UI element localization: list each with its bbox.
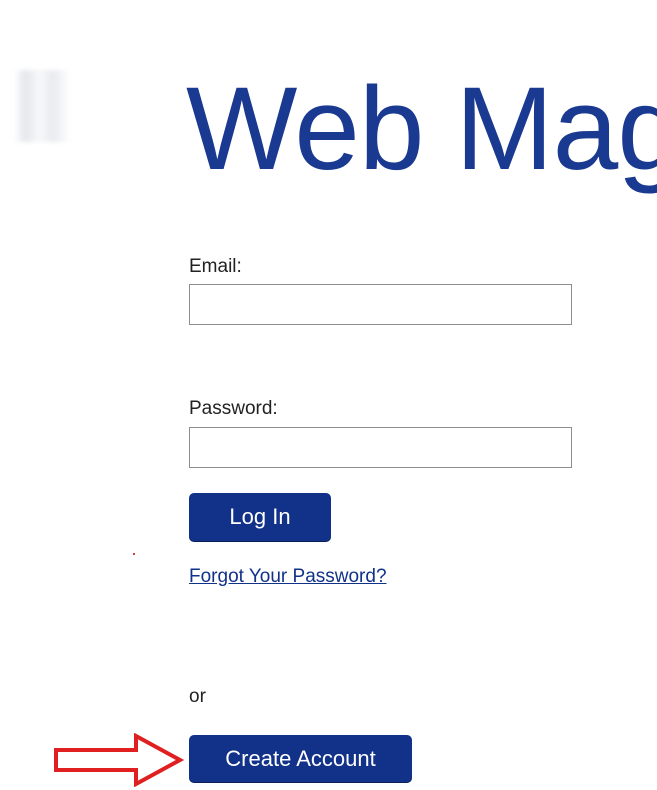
password-label: Password: bbox=[189, 398, 278, 419]
or-separator: or bbox=[189, 686, 206, 707]
create-account-button[interactable]: Create Account bbox=[189, 735, 412, 782]
email-field[interactable] bbox=[189, 284, 572, 325]
logo-image bbox=[14, 70, 70, 142]
right-arrow-icon bbox=[54, 733, 185, 787]
email-label: Email: bbox=[189, 256, 242, 277]
login-button[interactable]: Log In bbox=[189, 493, 331, 541]
password-field[interactable] bbox=[189, 427, 572, 468]
login-page: Web Mag Email: Password: Log In Forgot Y… bbox=[0, 0, 657, 790]
forgot-password-link[interactable]: Forgot Your Password? bbox=[189, 566, 387, 588]
stray-mark bbox=[133, 553, 135, 555]
page-title: Web Mag bbox=[186, 63, 657, 195]
